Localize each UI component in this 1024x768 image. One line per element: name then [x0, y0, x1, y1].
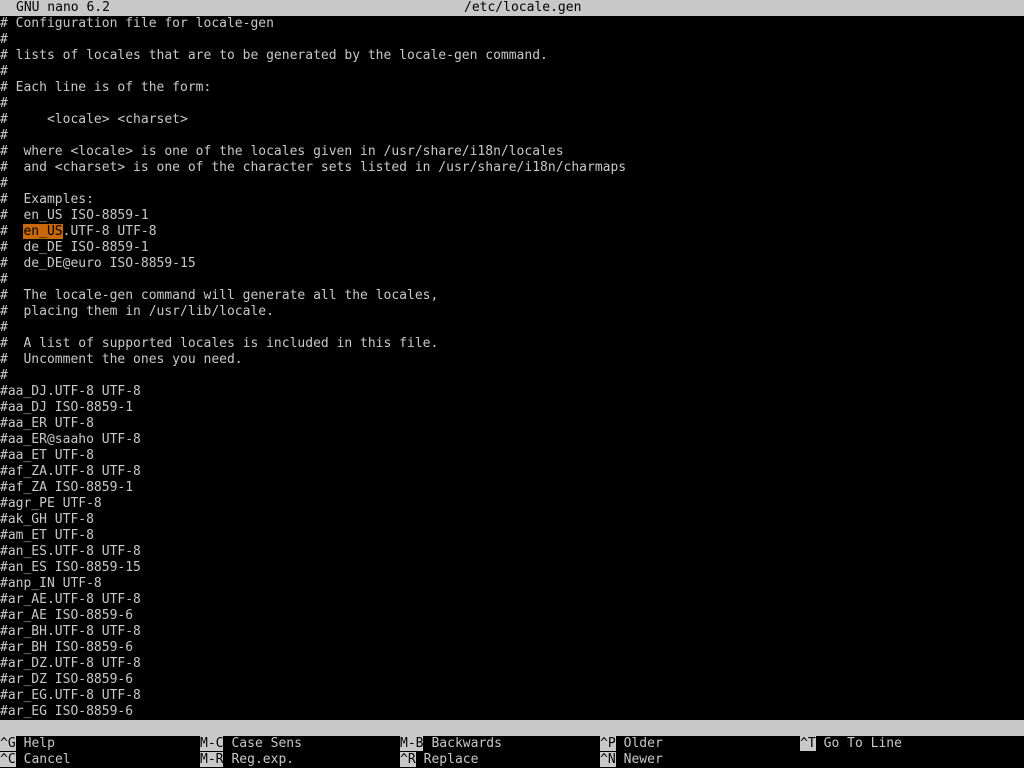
line-prefix: # — [0, 224, 24, 239]
editor-line[interactable]: # — [0, 272, 1024, 288]
shortcut-label: Newer — [623, 752, 663, 767]
title-bar: GNU nano 6.2 /etc/locale.gen — [0, 0, 1024, 16]
shortcut-backwards[interactable]: M-B Backwards — [400, 736, 502, 752]
editor-line[interactable]: #ar_BH ISO-8859-6 — [0, 640, 1024, 656]
shortcut-label: Help — [23, 736, 55, 751]
shortcut-label: Reg.exp. — [231, 752, 295, 767]
editor-line[interactable]: #aa_ER@saaho UTF-8 — [0, 432, 1024, 448]
editor-line[interactable]: # — [0, 176, 1024, 192]
shortcut-label: Cancel — [23, 752, 71, 767]
editor-line[interactable]: # Each line is of the form: — [0, 80, 1024, 96]
editor-line[interactable]: # en_US ISO-8859-1 — [0, 208, 1024, 224]
editor-line[interactable]: # Examples: — [0, 192, 1024, 208]
shortcut-label: Backwards — [431, 736, 502, 751]
editor-line[interactable]: #an_ES ISO-8859-15 — [0, 560, 1024, 576]
shortcut-key: ^T — [800, 736, 816, 751]
shortcut-label: Case Sens — [231, 736, 302, 751]
shortcut-case-sens[interactable]: M-C Case Sens — [200, 736, 302, 752]
shortcut-help-bar: ^G Help M-C Case Sens M-B Backwards ^P Older… — [0, 736, 1024, 768]
shortcut-go-to-line[interactable]: ^T Go To Line — [800, 736, 902, 752]
shortcut-reg-exp[interactable]: M-R Reg.exp. — [200, 752, 294, 768]
shortcut-cancel[interactable]: ^C Cancel — [0, 752, 71, 768]
editor-line[interactable]: # — [0, 32, 1024, 48]
editor-line[interactable]: #af_ZA.UTF-8 UTF-8 — [0, 464, 1024, 480]
editor-line[interactable]: #ar_AE ISO-8859-6 — [0, 608, 1024, 624]
shortcut-label: Replace — [423, 752, 479, 767]
editor-line[interactable]: # and <charset> is one of the character … — [0, 160, 1024, 176]
editor-line[interactable]: # de_DE ISO-8859-1 — [0, 240, 1024, 256]
editor-line[interactable]: #ar_BH.UTF-8 UTF-8 — [0, 624, 1024, 640]
shortcut-key: ^P — [600, 736, 616, 751]
search-prompt-bar[interactable]: Search [en_US]: — [0, 720, 1024, 751]
editor-line[interactable]: # — [0, 64, 1024, 80]
shortcut-key: ^G — [0, 736, 16, 751]
shortcut-key: ^N — [600, 752, 616, 767]
shortcut-older[interactable]: ^P Older — [600, 736, 663, 752]
editor-text-area[interactable]: # Configuration file for locale-gen # # … — [0, 16, 1024, 720]
editor-line[interactable]: # — [0, 320, 1024, 336]
editor-line[interactable]: # — [0, 368, 1024, 384]
editor-line[interactable]: # — [0, 128, 1024, 144]
editor-line[interactable]: #an_ES.UTF-8 UTF-8 — [0, 544, 1024, 560]
shortcut-key: M-R — [200, 752, 224, 767]
editor-line[interactable]: #anp_IN UTF-8 — [0, 576, 1024, 592]
file-path: /etc/locale.gen — [464, 0, 582, 15]
editor-line[interactable]: # — [0, 96, 1024, 112]
editor-line[interactable]: # de_DE@euro ISO-8859-15 — [0, 256, 1024, 272]
shortcut-key: ^R — [400, 752, 416, 767]
shortcut-replace[interactable]: ^R Replace — [400, 752, 478, 768]
editor-line[interactable]: # <locale> <charset> — [0, 112, 1024, 128]
editor-line[interactable]: # where <locale> is one of the locales g… — [0, 144, 1024, 160]
editor-line[interactable]: # lists of locales that are to be genera… — [0, 48, 1024, 64]
editor-line[interactable]: #ar_EG.UTF-8 UTF-8 — [0, 688, 1024, 704]
editor-line[interactable]: #agr_PE UTF-8 — [0, 496, 1024, 512]
shortcut-label: Go To Line — [823, 736, 902, 751]
editor-line[interactable]: #ak_GH UTF-8 — [0, 512, 1024, 528]
editor-line-current-match[interactable]: # en_US.UTF-8 UTF-8 — [0, 224, 1024, 240]
editor-line[interactable]: #ar_AE.UTF-8 UTF-8 — [0, 592, 1024, 608]
shortcut-help[interactable]: ^G Help — [0, 736, 55, 752]
editor-line[interactable]: #ar_DZ.UTF-8 UTF-8 — [0, 656, 1024, 672]
editor-line[interactable]: #ar_EG ISO-8859-6 — [0, 704, 1024, 720]
editor-line[interactable]: #aa_DJ.UTF-8 UTF-8 — [0, 384, 1024, 400]
app-name: GNU nano 6.2 — [16, 0, 110, 15]
editor-line[interactable]: #af_ZA ISO-8859-1 — [0, 480, 1024, 496]
search-match-highlight: en_US — [23, 224, 63, 239]
editor-line[interactable]: # A list of supported locales is include… — [0, 336, 1024, 352]
editor-line[interactable]: #aa_ET UTF-8 — [0, 448, 1024, 464]
shortcut-label: Older — [623, 736, 663, 751]
editor-line[interactable]: # Uncomment the ones you need. — [0, 352, 1024, 368]
editor-line[interactable]: # The locale-gen command will generate a… — [0, 288, 1024, 304]
editor-line[interactable]: #ar_DZ ISO-8859-6 — [0, 672, 1024, 688]
shortcut-newer[interactable]: ^N Newer — [600, 752, 663, 768]
shortcut-key: M-C — [200, 736, 224, 751]
shortcut-key: ^C — [0, 752, 16, 767]
editor-line[interactable]: # placing them in /usr/lib/locale. — [0, 304, 1024, 320]
editor-line[interactable]: #aa_ER UTF-8 — [0, 416, 1024, 432]
editor-line[interactable]: # Configuration file for locale-gen — [0, 16, 1024, 32]
match-line-rest: .UTF-8 UTF-8 — [62, 224, 157, 239]
editor-line[interactable]: #aa_DJ ISO-8859-1 — [0, 400, 1024, 416]
editor-line[interactable]: #am_ET UTF-8 — [0, 528, 1024, 544]
shortcut-key: M-B — [400, 736, 424, 751]
